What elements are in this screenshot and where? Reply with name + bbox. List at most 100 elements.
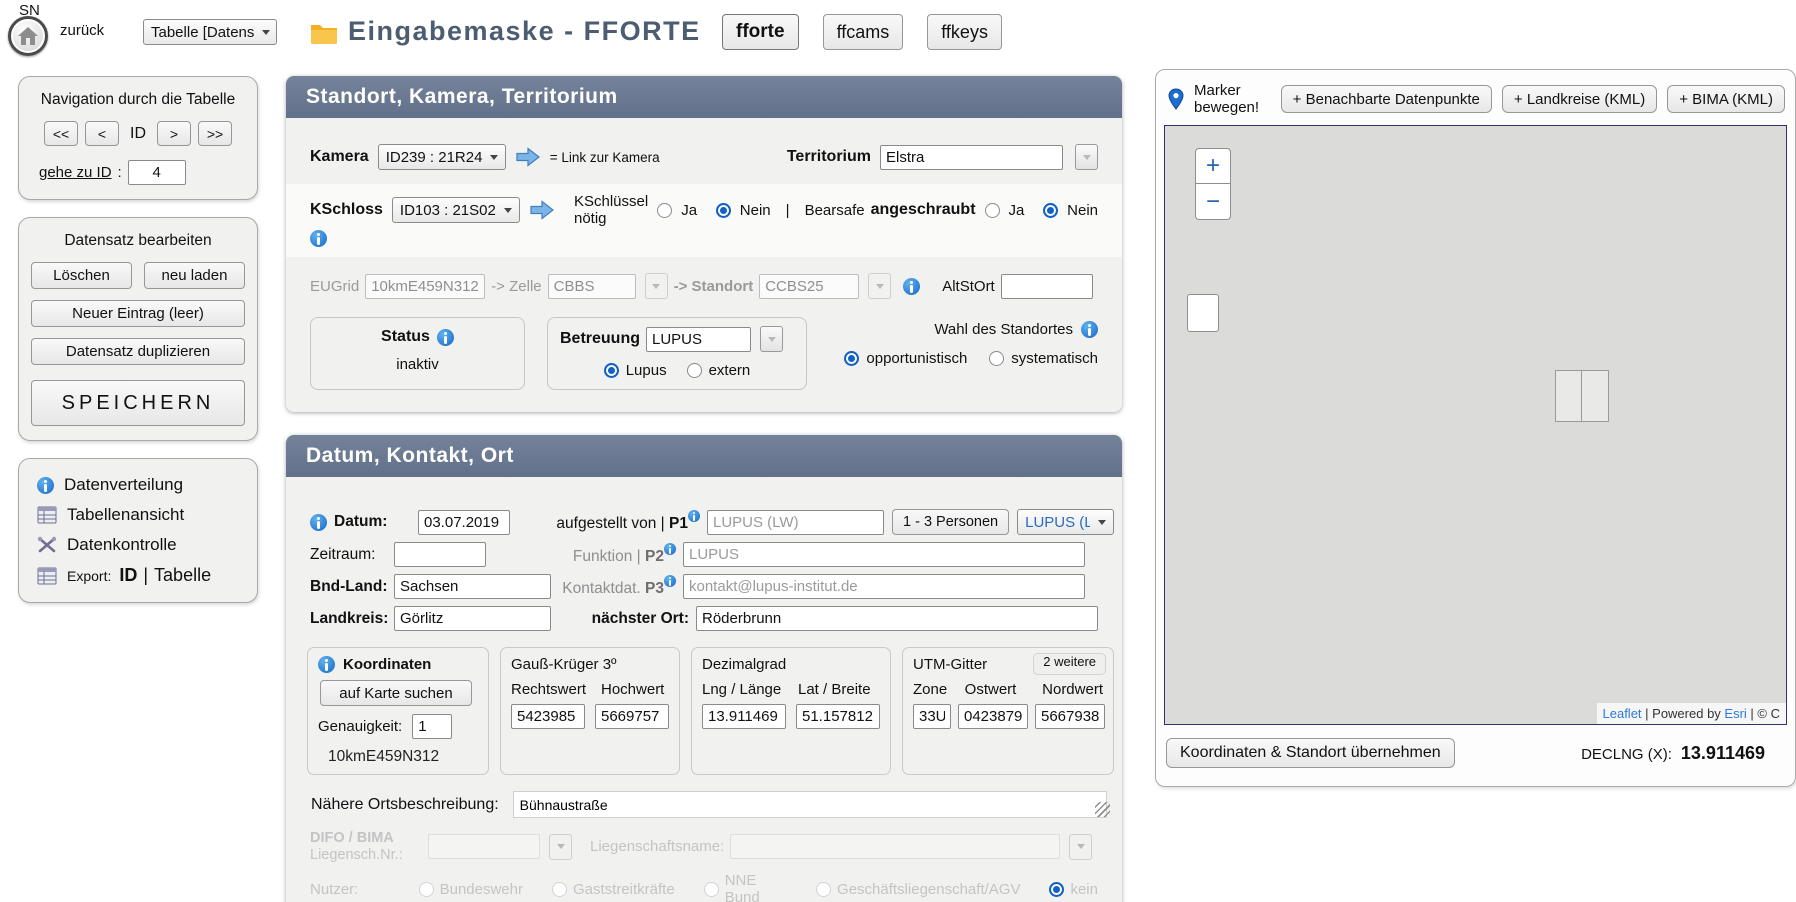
next-record-button[interactable]: > [157, 121, 191, 146]
zeitraum-input[interactable] [394, 542, 486, 567]
zelle-input [548, 274, 636, 299]
export-link[interactable]: Export: ID | Tabelle [37, 565, 239, 586]
bima-kml-button[interactable]: + BIMA (KML) [1667, 85, 1785, 113]
koordinaten-info-icon[interactable] [318, 656, 335, 673]
chevron-down-icon [768, 337, 776, 342]
p1-input[interactable] [707, 510, 884, 535]
map-canvas[interactable]: + − Leaflet | Powered by Esri | © C [1164, 125, 1787, 725]
home-button[interactable] [8, 16, 48, 56]
export-id-option[interactable]: ID [119, 565, 137, 586]
landkreise-kml-button[interactable]: + Landkreise (KML) [1502, 85, 1657, 113]
territorium-dropdown-button[interactable] [1075, 144, 1098, 170]
wahl-opportunistisch-radio[interactable] [844, 351, 859, 366]
lat-input[interactable] [796, 704, 880, 729]
chevron-down-icon [504, 208, 512, 213]
camera-link-arrow-icon[interactable] [515, 147, 541, 167]
kschluessel-nein-radio[interactable] [716, 203, 731, 218]
export-table-option[interactable]: Tabelle [154, 565, 211, 586]
leaflet-link[interactable]: Leaflet [1603, 706, 1642, 721]
new-entry-button[interactable]: Neuer Eintrag (leer) [31, 300, 245, 327]
kschloss-link-arrow-icon[interactable] [529, 200, 555, 220]
bearsafe-nein-radio[interactable] [1043, 203, 1058, 218]
utm-nord-input[interactable] [1035, 704, 1105, 729]
wahl-info-icon[interactable] [1081, 321, 1098, 338]
utm-ost-label: Ostwert [965, 681, 1030, 698]
table-select[interactable]: Tabelle [Datens [143, 19, 277, 45]
personen-button[interactable]: 1 - 3 Personen [892, 509, 1009, 535]
table-view-link[interactable]: Tabellenansicht [37, 505, 239, 525]
chevron-down-icon [876, 284, 884, 289]
betreuung-lupus-radio[interactable] [604, 363, 619, 378]
karte-suchen-button[interactable]: auf Karte suchen [320, 680, 472, 706]
map-footer: Koordinaten & Standort übernehmen DECLNG… [1166, 738, 1785, 768]
bndland-label: Bnd-Land: [310, 578, 394, 596]
reload-button[interactable]: neu laden [144, 262, 245, 289]
more-coords-button[interactable]: 2 weitere [1033, 653, 1106, 675]
save-button[interactable]: SPEICHERN [31, 380, 245, 426]
resize-grip-icon[interactable] [1095, 802, 1110, 817]
duplicate-button[interactable]: Datensatz duplizieren [31, 338, 245, 365]
zoom-out-button[interactable]: − [1195, 184, 1231, 220]
landkreis-input[interactable] [394, 606, 551, 631]
wahl-systematisch-radio[interactable] [989, 351, 1004, 366]
betreuung-extern-radio[interactable] [687, 363, 702, 378]
kschloss-label: KSchloss [310, 201, 383, 219]
first-record-button[interactable]: << [44, 121, 78, 146]
p1-select[interactable]: LUPUS (LW [1017, 509, 1114, 535]
betreuung-input[interactable] [646, 327, 751, 352]
p1-info-icon[interactable] [688, 510, 700, 522]
datum-input[interactable] [418, 510, 510, 535]
territorium-input[interactable] [880, 145, 1063, 170]
tab-ffcams[interactable]: ffcams [823, 14, 904, 50]
ortsbeschreibung-textarea[interactable] [513, 791, 1107, 818]
rechtswert-input[interactable] [511, 704, 585, 729]
tab-ffkeys[interactable]: ffkeys [927, 14, 1002, 50]
p2-info-icon[interactable] [664, 543, 676, 555]
dez-title: Dezimalgrad [702, 656, 880, 673]
hochwert-input[interactable] [595, 704, 669, 729]
goto-id-input[interactable] [128, 160, 186, 185]
p3-input[interactable] [683, 574, 1085, 599]
ortsbeschreibung-label: Nähere Ortsbeschreibung: [311, 796, 499, 814]
p2-input[interactable] [683, 542, 1085, 567]
prev-record-button[interactable]: < [85, 121, 119, 146]
naechster-ort-input[interactable] [696, 606, 1098, 631]
kschloss-info-icon[interactable] [310, 230, 327, 247]
altstort-input[interactable] [1001, 274, 1093, 299]
dez-col1-label: Lng / Länge [702, 681, 786, 698]
data-distribution-link[interactable]: Datenverteilung [37, 475, 239, 495]
top-bar: SN zurück Tabelle [Datens Eingabemaske -… [0, 0, 1796, 64]
lng-input[interactable] [702, 704, 786, 729]
kschluessel-ja-label: Ja [681, 202, 697, 219]
status-box: Status inaktiv [310, 317, 525, 390]
data-control-link[interactable]: Datenkontrolle [37, 535, 239, 555]
benachbarte-datenpunkte-button[interactable]: + Benachbarte Datenpunkte [1281, 85, 1492, 113]
betreuung-dropdown-button[interactable] [760, 326, 783, 352]
bndland-input[interactable] [394, 574, 551, 599]
wahl-systematisch-label: systematisch [1011, 350, 1098, 367]
status-info-icon[interactable] [437, 329, 454, 346]
back-link[interactable]: zurück [60, 22, 104, 39]
record-nav-row: << < ID > >> [31, 121, 245, 146]
genauigkeit-input[interactable] [412, 714, 452, 739]
tab-fforte[interactable]: fforte [722, 14, 799, 50]
last-record-button[interactable]: >> [198, 121, 232, 146]
kschluessel-ja-radio[interactable] [657, 203, 672, 218]
apply-coordinates-button[interactable]: Koordinaten & Standort übernehmen [1166, 738, 1455, 768]
kamera-select[interactable]: ID239 : 21R24 [378, 144, 506, 170]
datum-info-icon[interactable] [310, 514, 327, 531]
esri-link[interactable]: Esri [1724, 706, 1746, 721]
kschloss-select[interactable]: ID103 : 21S02 [392, 197, 520, 223]
goto-id-link[interactable]: gehe zu ID [39, 164, 112, 181]
utm-zone-input[interactable] [913, 704, 951, 729]
map-tool-button[interactable] [1187, 294, 1219, 332]
zoom-in-button[interactable]: + [1195, 148, 1231, 184]
p3-info-icon[interactable] [664, 575, 676, 587]
delete-button[interactable]: Löschen [31, 262, 132, 289]
difo-bima-section: DIFO / BIMA Liegensch.Nr.: Liegenschafts… [310, 830, 1098, 902]
utm-ost-input[interactable] [958, 704, 1028, 729]
landkreis-row: Landkreis: nächster Ort: [310, 606, 1122, 631]
standort-info-icon[interactable] [903, 278, 920, 295]
bearsafe-ja-radio[interactable] [985, 203, 1000, 218]
map-panel: Marker bewegen! + Benachbarte Datenpunkt… [1155, 69, 1796, 787]
